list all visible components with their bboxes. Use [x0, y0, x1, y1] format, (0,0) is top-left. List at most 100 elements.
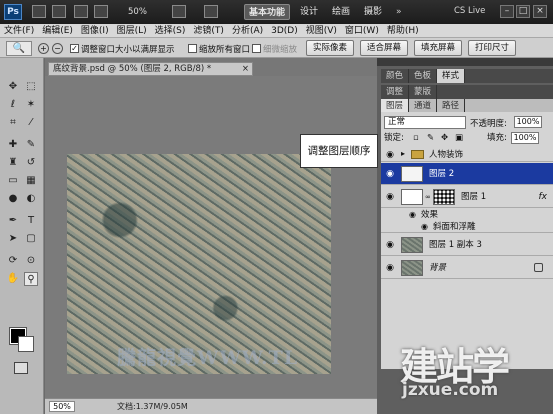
more-workspaces-icon[interactable]: »	[392, 4, 406, 20]
move-tool-icon[interactable]: ✥	[6, 80, 20, 94]
effects-row[interactable]: ◉ 效果	[381, 209, 553, 221]
lasso-tool-icon[interactable]: ℓ	[6, 98, 20, 112]
menu-edit[interactable]: 编辑(E)	[38, 24, 77, 37]
minimize-button[interactable]: –	[500, 5, 514, 18]
brush-tool-icon[interactable]: ✎	[24, 138, 38, 152]
workspace-essentials[interactable]: 基本功能	[244, 4, 291, 20]
document-size-info[interactable]: 文档:1.37M/9.05M	[117, 401, 188, 412]
tab-masks[interactable]: 蒙版	[409, 85, 438, 99]
layer-effects-icon[interactable]: fx	[539, 186, 548, 208]
zoom-tool-icon[interactable]: ⚲	[24, 272, 38, 286]
cs-live-menu[interactable]: CS Live	[454, 6, 485, 16]
tab-paths[interactable]: 路径	[437, 99, 466, 112]
3d-rotate-tool-icon[interactable]: ⟳	[6, 254, 20, 268]
menu-file[interactable]: 文件(F)	[0, 24, 38, 37]
type-tool-icon[interactable]: T	[24, 214, 38, 228]
resize-windows-checkbox[interactable]: ✓ 调整窗口大小以满屏显示	[70, 41, 175, 56]
background-color-swatch[interactable]	[18, 336, 34, 352]
workspace-design[interactable]: 设计	[296, 4, 322, 20]
status-zoom-field[interactable]: 50%	[49, 401, 75, 412]
hand-tool-icon[interactable]: ✋	[6, 272, 20, 286]
menu-select[interactable]: 选择(S)	[151, 24, 190, 37]
tab-swatches[interactable]: 色板	[409, 69, 438, 83]
fit-screen-button[interactable]: 适合屏幕	[360, 40, 408, 56]
opacity-field[interactable]: 100%	[514, 116, 542, 128]
screen-mode-icon[interactable]	[204, 5, 218, 18]
tab-channels[interactable]: 通道	[409, 99, 438, 112]
menu-analysis[interactable]: 分析(A)	[228, 24, 267, 37]
maximize-button[interactable]: □	[516, 5, 530, 18]
tab-adjustments[interactable]: 调整	[381, 85, 410, 99]
quick-mask-icon[interactable]	[14, 362, 28, 374]
bridge-icon[interactable]	[32, 5, 46, 18]
eyedropper-tool-icon[interactable]: ⁄	[24, 116, 38, 130]
visibility-eye-icon[interactable]: ◉	[384, 262, 396, 274]
tab-layers[interactable]: 图层	[381, 99, 410, 112]
menu-help[interactable]: 帮助(H)	[383, 24, 423, 37]
expand-arrow-icon[interactable]: ▸	[401, 149, 405, 158]
stone-texture-image[interactable]	[67, 154, 331, 374]
visibility-eye-icon[interactable]: ◉	[384, 149, 396, 161]
menu-view[interactable]: 视图(V)	[302, 24, 341, 37]
menu-3d[interactable]: 3D(D)	[267, 24, 302, 37]
zoom-level-select[interactable]: 50%	[128, 5, 162, 19]
minibridge-icon[interactable]	[52, 5, 66, 18]
color-panel-tabs: 颜色 色板 样式	[381, 69, 553, 83]
effect-row[interactable]: ◉ 斜面和浮雕	[381, 221, 553, 233]
dodge-tool-icon[interactable]: ◐	[24, 192, 38, 206]
zoom-view-icon[interactable]	[94, 5, 108, 18]
mask-link-icon[interactable]: ∞	[425, 193, 431, 201]
zoom-out-icon[interactable]: −	[52, 43, 63, 54]
blur-tool-icon[interactable]: ●	[6, 192, 20, 206]
tab-color[interactable]: 颜色	[381, 69, 410, 83]
layer-row[interactable]: ◉ 图层 1 副本 3	[381, 234, 553, 256]
layer-row-selected[interactable]: ◉ 图层 2	[381, 163, 553, 185]
pen-tool-icon[interactable]: ✒	[6, 214, 20, 228]
workspace-photography[interactable]: 摄影	[360, 4, 386, 20]
background-layer-row[interactable]: ◉ 背景	[381, 257, 553, 279]
document-tab[interactable]: 底纹背景.psd @ 50% (图层 2, RGB/8) * ×	[48, 62, 253, 76]
fill-screen-button[interactable]: 填充屏幕	[414, 40, 462, 56]
close-button[interactable]: ×	[533, 5, 547, 18]
menu-window[interactable]: 窗口(W)	[341, 24, 383, 37]
zoom-tool-preset[interactable]: 🔍	[6, 41, 32, 56]
actual-pixels-button[interactable]: 实际像素	[306, 40, 354, 56]
3d-orbit-tool-icon[interactable]: ⊙	[24, 254, 38, 268]
history-brush-tool-icon[interactable]: ↺	[24, 156, 38, 170]
path-selection-tool-icon[interactable]: ➤	[6, 232, 20, 246]
visibility-eye-icon[interactable]: ◉	[384, 168, 396, 180]
visibility-eye-icon[interactable]: ◉	[384, 239, 396, 251]
marquee-tool-icon[interactable]: ⬚	[24, 80, 38, 94]
menu-image[interactable]: 图像(I)	[77, 24, 113, 37]
lock-pixels-icon[interactable]: ▫	[413, 131, 419, 145]
fill-field[interactable]: 100%	[511, 132, 539, 144]
menu-layer[interactable]: 图层(L)	[113, 24, 151, 37]
print-size-button[interactable]: 打印尺寸	[468, 40, 516, 56]
shape-tool-icon[interactable]: ▢	[24, 232, 38, 246]
magic-wand-tool-icon[interactable]: ✶	[24, 98, 38, 112]
blend-mode-select[interactable]: 正常	[384, 116, 466, 129]
eraser-tool-icon[interactable]: ▭	[6, 174, 20, 188]
visibility-eye-icon[interactable]: ◉	[384, 191, 396, 203]
effect-eye-icon[interactable]: ◉	[421, 221, 428, 233]
lock-position-icon[interactable]: ✥	[441, 131, 448, 145]
scrubby-zoom-checkbox[interactable]: 细微缩放	[252, 41, 297, 56]
zoom-all-windows-checkbox[interactable]: 缩放所有窗口	[188, 41, 250, 56]
lock-paint-icon[interactable]: ✎	[427, 131, 434, 145]
zoom-in-icon[interactable]: +	[38, 43, 49, 54]
gradient-tool-icon[interactable]: ▦	[24, 174, 38, 188]
layer-row[interactable]: ◉ ∞ 图层 1 fx	[381, 186, 553, 208]
layer-group-row[interactable]: ◉ ▸ 人物装饰	[381, 148, 553, 162]
healing-brush-tool-icon[interactable]: ✚	[6, 138, 20, 152]
close-document-icon[interactable]: ×	[242, 63, 249, 75]
workspace-painting[interactable]: 绘画	[328, 4, 354, 20]
hand-view-icon[interactable]	[74, 5, 88, 18]
lock-all-icon[interactable]: ▣	[455, 131, 463, 145]
effects-eye-icon[interactable]: ◉	[409, 209, 416, 221]
dock-header[interactable]	[377, 58, 553, 66]
crop-tool-icon[interactable]: ⌗	[6, 116, 20, 130]
clone-stamp-tool-icon[interactable]: ♜	[6, 156, 20, 170]
menu-filter[interactable]: 滤镜(T)	[189, 24, 228, 37]
arrange-documents-icon[interactable]	[172, 5, 186, 18]
tab-styles[interactable]: 样式	[437, 69, 466, 83]
